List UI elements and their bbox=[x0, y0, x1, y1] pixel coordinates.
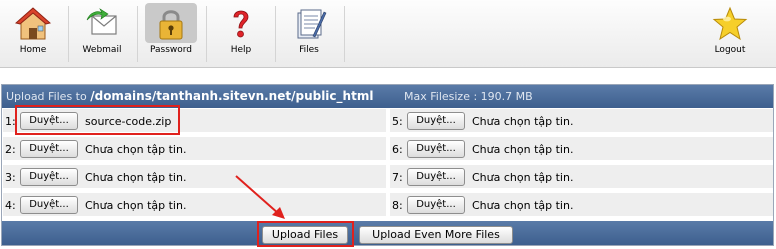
annotation-arrow bbox=[235, 175, 285, 219]
